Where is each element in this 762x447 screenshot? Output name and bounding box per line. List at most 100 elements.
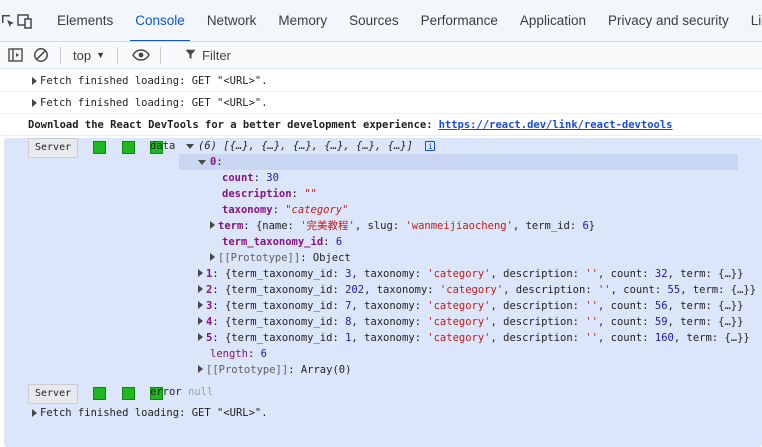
expand-triangle-icon[interactable] (32, 98, 37, 107)
row-text: term: {…}} (692, 284, 757, 296)
array-summary-text: (6) [{…}, {…}, {…}, {…}, {…}, {…}] (198, 140, 413, 152)
row-text: , taxonomy: (351, 332, 428, 344)
tree-item[interactable]: 5: {term_taxonomy_id: 1, taxonomy: 'cate… (198, 330, 750, 346)
tree-item[interactable]: 2: {term_taxonomy_id: 202, taxonomy: 'ca… (198, 282, 756, 298)
clear-console-icon[interactable] (30, 42, 52, 69)
row-text: , count: (597, 332, 655, 344)
tab-elements[interactable]: Elements (46, 0, 124, 41)
context-selector-label: top (73, 47, 92, 63)
collapse-triangle-icon[interactable] (186, 143, 194, 149)
tab-application[interactable]: Application (509, 0, 597, 41)
row-text: , description: (490, 268, 586, 280)
prop-key: term (218, 220, 244, 232)
row-text: , count: (597, 300, 655, 312)
prop-description: description: "" (222, 188, 317, 200)
server-error-row: Server (28, 384, 164, 404)
tab-network[interactable]: Network (196, 0, 268, 41)
error-label: error null (150, 384, 213, 400)
item-index: 3 (206, 300, 213, 312)
row-string: '' (585, 316, 598, 328)
term-preview: } (588, 220, 596, 232)
expand-triangle-icon[interactable] (198, 365, 203, 373)
expand-triangle-icon[interactable] (198, 285, 203, 293)
row-text: , taxonomy: (364, 284, 440, 296)
item-index: 4 (206, 316, 213, 328)
message-text: Download the React DevTools for a better… (28, 118, 433, 131)
expand-triangle-icon[interactable] (198, 333, 203, 341)
green-square-icon (93, 386, 107, 400)
tab-privacy-and-security[interactable]: Privacy and security (597, 0, 740, 41)
toolbar-separator (60, 46, 61, 64)
console-message: Download the React DevTools for a better… (0, 114, 762, 136)
item-index: 2 (206, 284, 213, 296)
green-square-icon (93, 140, 107, 154)
toolbar-separator (117, 46, 118, 64)
row-text: , count: (597, 268, 655, 280)
tree-item-0[interactable]: 0: (198, 154, 223, 170)
expand-triangle-icon[interactable] (198, 301, 203, 309)
row-text: {term_taxonomy_id: (224, 316, 346, 328)
sidebar-toggle-icon[interactable] (4, 42, 26, 69)
console-message[interactable]: Fetch finished loading: GET "<URL>". (0, 70, 762, 92)
prop-key: taxonomy (222, 204, 273, 216)
caret-down-icon: ▼ (96, 50, 105, 60)
expand-triangle-icon[interactable] (32, 76, 37, 85)
error-value: null (187, 386, 214, 398)
expand-triangle-icon[interactable] (198, 269, 203, 277)
row-text: , count: (610, 284, 668, 296)
react-devtools-link[interactable]: https://react.dev/link/react-devtools (439, 119, 673, 131)
server-badge: Server (28, 384, 79, 404)
prop-term[interactable]: term: {name: '完美教程', slug: 'wanmeijiaoch… (210, 218, 595, 234)
tab-performance[interactable]: Performance (410, 0, 509, 41)
filter-input[interactable] (202, 47, 402, 63)
tab-memory[interactable]: Memory (267, 0, 338, 41)
toolbar-separator (160, 46, 161, 64)
console-output: Fetch finished loading: GET "<URL>". Fet… (0, 70, 762, 447)
term-preview: , slug: (354, 220, 406, 232)
info-icon[interactable]: i (425, 141, 436, 151)
prop-value: Object (312, 252, 351, 264)
message-text: Fetch finished loading: GET "<URL>". (40, 96, 268, 109)
term-name: '完美教程' (300, 220, 355, 232)
console-message[interactable]: Fetch finished loading: GET "<URL>". (0, 402, 762, 424)
tab-sources[interactable]: Sources (338, 0, 410, 41)
device-toolbar-icon[interactable] (16, 0, 34, 41)
message-text: Fetch finished loading: GET "<URL>". (40, 407, 268, 419)
array-summary[interactable]: (6) [{…}, {…}, {…}, {…}, {…}, {…}] i (186, 138, 436, 154)
context-selector[interactable]: top ▼ (69, 48, 109, 63)
console-message[interactable]: Fetch finished loading: GET "<URL>". (0, 92, 762, 114)
tree-item[interactable]: 1: {term_taxonomy_id: 3, taxonomy: 'cate… (198, 266, 743, 282)
inspect-element-icon[interactable] (0, 0, 16, 41)
row-string: 'category' (427, 332, 491, 344)
prop-taxonomy: taxonomy: "category" (222, 204, 349, 216)
console-toolbar: top ▼ (0, 42, 762, 69)
prop-value: 6 (260, 348, 267, 360)
expand-triangle-icon[interactable] (198, 317, 203, 325)
expand-triangle-icon[interactable] (32, 409, 37, 417)
prop-prototype[interactable]: [[Prototype]]: Object (210, 250, 351, 266)
expand-triangle-icon[interactable] (210, 253, 215, 261)
eye-icon[interactable] (130, 42, 152, 69)
tab-lighthouse[interactable]: Ligh (740, 0, 762, 41)
collapse-triangle-icon[interactable] (198, 159, 206, 165)
row-text: , count: (597, 316, 655, 328)
row-string: '' (585, 332, 598, 344)
row-text: term: {…}} (680, 316, 744, 328)
prop-value: Array(0) (300, 364, 352, 376)
prop-length: length: 6 (210, 348, 267, 360)
row-string: '' (585, 268, 598, 280)
tree-item[interactable]: 3: {term_taxonomy_id: 7, taxonomy: 'cate… (198, 298, 743, 314)
prop-term-taxonomy-id: term_taxonomy_id: 6 (222, 236, 343, 248)
row-number: 55 (667, 284, 681, 296)
row-text: {term_taxonomy_id: (224, 284, 346, 296)
prop-key: [[Prototype]] (206, 364, 289, 376)
prop-key: length (210, 348, 248, 360)
expand-triangle-icon[interactable] (210, 221, 215, 229)
tab-console[interactable]: Console (124, 0, 196, 41)
prop-count: count: 30 (222, 172, 279, 184)
tree-item[interactable]: 4: {term_taxonomy_id: 8, taxonomy: 'cate… (198, 314, 743, 330)
prop-value: 30 (266, 172, 279, 184)
array-prototype[interactable]: [[Prototype]]: Array(0) (198, 362, 351, 378)
row-text: , taxonomy: (351, 316, 428, 328)
prop-key: term_taxonomy_id (222, 236, 324, 248)
